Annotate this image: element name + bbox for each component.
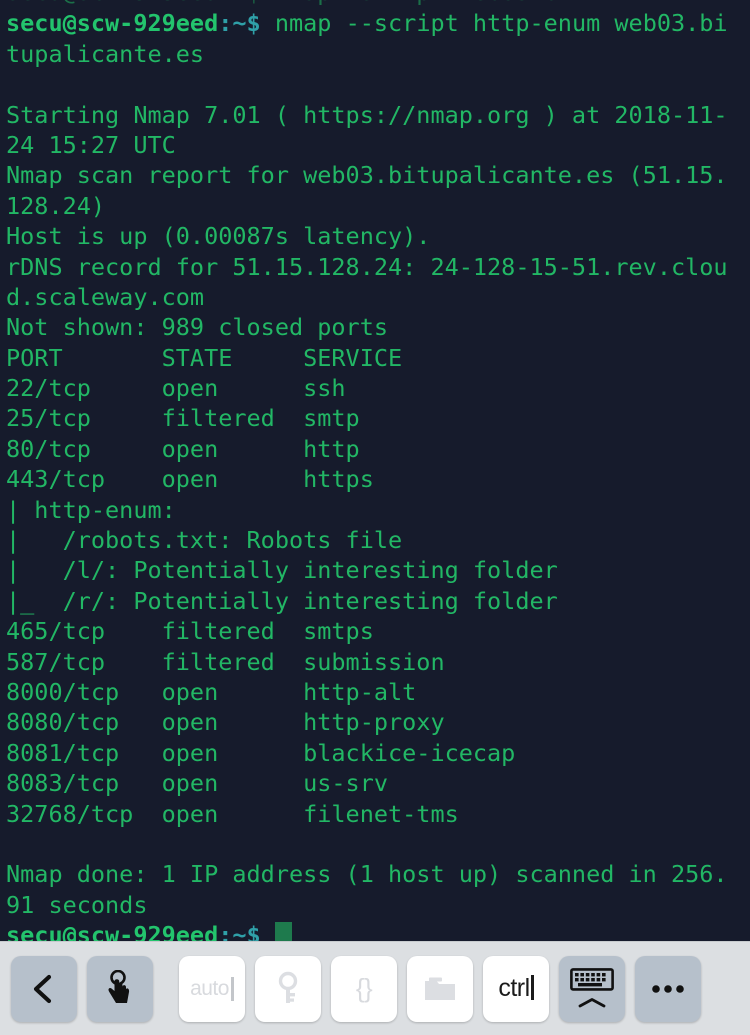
- tap-hand-icon: [103, 969, 137, 1008]
- script-output-line: | /l/: Potentially interesting folder: [6, 556, 558, 585]
- terminal-output-line: Host is up (0.00087s latency).: [6, 222, 431, 251]
- prompt-path-symbol: :~$: [218, 9, 261, 38]
- prompt-command-text: nmap --script http-enum web03.bi: [260, 9, 728, 38]
- port-table-row: 443/tcp open https: [6, 465, 374, 494]
- autocomplete-button[interactable]: auto: [179, 955, 245, 1022]
- terminal-output-line: d.scaleway.com: [6, 282, 205, 311]
- key-button[interactable]: [255, 955, 321, 1022]
- ctrl-cursor-icon: [530, 975, 534, 1000]
- port-table-row: 80/tcp open http: [6, 434, 360, 463]
- keyboard-icon: [570, 968, 614, 994]
- block-cursor: [274, 922, 292, 941]
- final-prompt-path-symbol: :~$: [218, 921, 261, 941]
- terminal-output-line: 128.24): [6, 191, 106, 220]
- prompt-user-host: secu@scw-929eed: [6, 9, 219, 38]
- more-options-button[interactable]: [635, 955, 701, 1022]
- script-output-line: | /robots.txt: Robots file: [6, 526, 403, 555]
- folder-icon: [423, 975, 457, 1003]
- bottom-toolbar: auto {} ctrl: [0, 941, 750, 1035]
- port-table-row: 8083/tcp open us-srv: [6, 769, 389, 798]
- port-table-row: 8080/tcp open http-proxy: [6, 708, 445, 737]
- ctrl-label-wrap: ctrl: [498, 974, 534, 1003]
- port-table-row: 8081/tcp open blackice-icecap: [6, 738, 516, 767]
- chevron-up-icon: [577, 997, 607, 1009]
- terminal-command-wrap-line: tupalicante.es: [6, 39, 205, 68]
- port-table-row: 25/tcp filtered smtp: [6, 404, 360, 433]
- braces-icon: {}: [355, 973, 373, 1003]
- script-output-line: | http-enum:: [6, 495, 176, 524]
- scan-summary-line: 91 seconds: [6, 890, 148, 919]
- keyboard-toggle-button[interactable]: [559, 955, 625, 1022]
- terminal-prompt-line: secu@scw-929eed:~$ nmap --script http-en…: [6, 8, 750, 38]
- scan-summary-line: Nmap done: 1 IP address (1 host up) scan…: [6, 860, 728, 889]
- terminal-output-line: Not shown: 989 closed ports: [6, 313, 389, 342]
- touch-mode-button[interactable]: [87, 955, 153, 1022]
- back-button[interactable]: [11, 955, 77, 1022]
- ctrl-key-button[interactable]: ctrl: [483, 955, 549, 1022]
- port-table-row: 465/tcp filtered smtps: [6, 617, 374, 646]
- ellipsis-icon: [650, 984, 686, 994]
- port-table-header: PORT STATE SERVICE: [6, 343, 403, 372]
- final-prompt-space: [261, 921, 275, 941]
- terminal-final-prompt-line[interactable]: secu@scw-929eed:~$: [6, 920, 750, 941]
- files-button[interactable]: [407, 955, 473, 1022]
- port-table-row: 22/tcp open ssh: [6, 374, 346, 403]
- terminal-spacer-line: [6, 0, 750, 8]
- special-keys-button[interactable]: {}: [331, 955, 397, 1022]
- port-table-row: 587/tcp filtered submission: [6, 647, 445, 676]
- terminal-output-line: Starting Nmap 7.01 ( https://nmap.org ) …: [6, 100, 728, 129]
- ctrl-label: ctrl: [498, 974, 530, 1002]
- terminal-output-area[interactable]: secu@scw-929eed:~$ nmap -sV -p- web03.bi…: [0, 0, 750, 941]
- script-output-line: |_ /r/: Potentially interesting folder: [6, 586, 558, 615]
- port-table-row: 8000/tcp open http-alt: [6, 677, 417, 706]
- key-icon: [275, 971, 301, 1007]
- autocomplete-label: auto: [190, 976, 229, 1000]
- autocomplete-label-wrap: auto: [190, 976, 234, 1001]
- terminal-output-line: Nmap scan report for web03.bitupalicante…: [6, 161, 728, 190]
- terminal-output-line: 24 15:27 UTC: [6, 130, 176, 159]
- chevron-left-icon: [29, 972, 59, 1006]
- text-cursor-icon: [230, 976, 234, 1001]
- terminal-output-line: rDNS record for 51.15.128.24: 24-128-15-…: [6, 252, 728, 281]
- port-table-row: 32768/tcp open filenet-tms: [6, 799, 459, 828]
- final-prompt-user-host: secu@scw-929eed: [6, 921, 219, 941]
- terminal-line-list: secu@scw-929eed:~$ nmap --script http-en…: [6, 0, 750, 941]
- terminal-app-window: secu@scw-929eed:~$ nmap -sV -p- web03.bi…: [0, 0, 750, 1035]
